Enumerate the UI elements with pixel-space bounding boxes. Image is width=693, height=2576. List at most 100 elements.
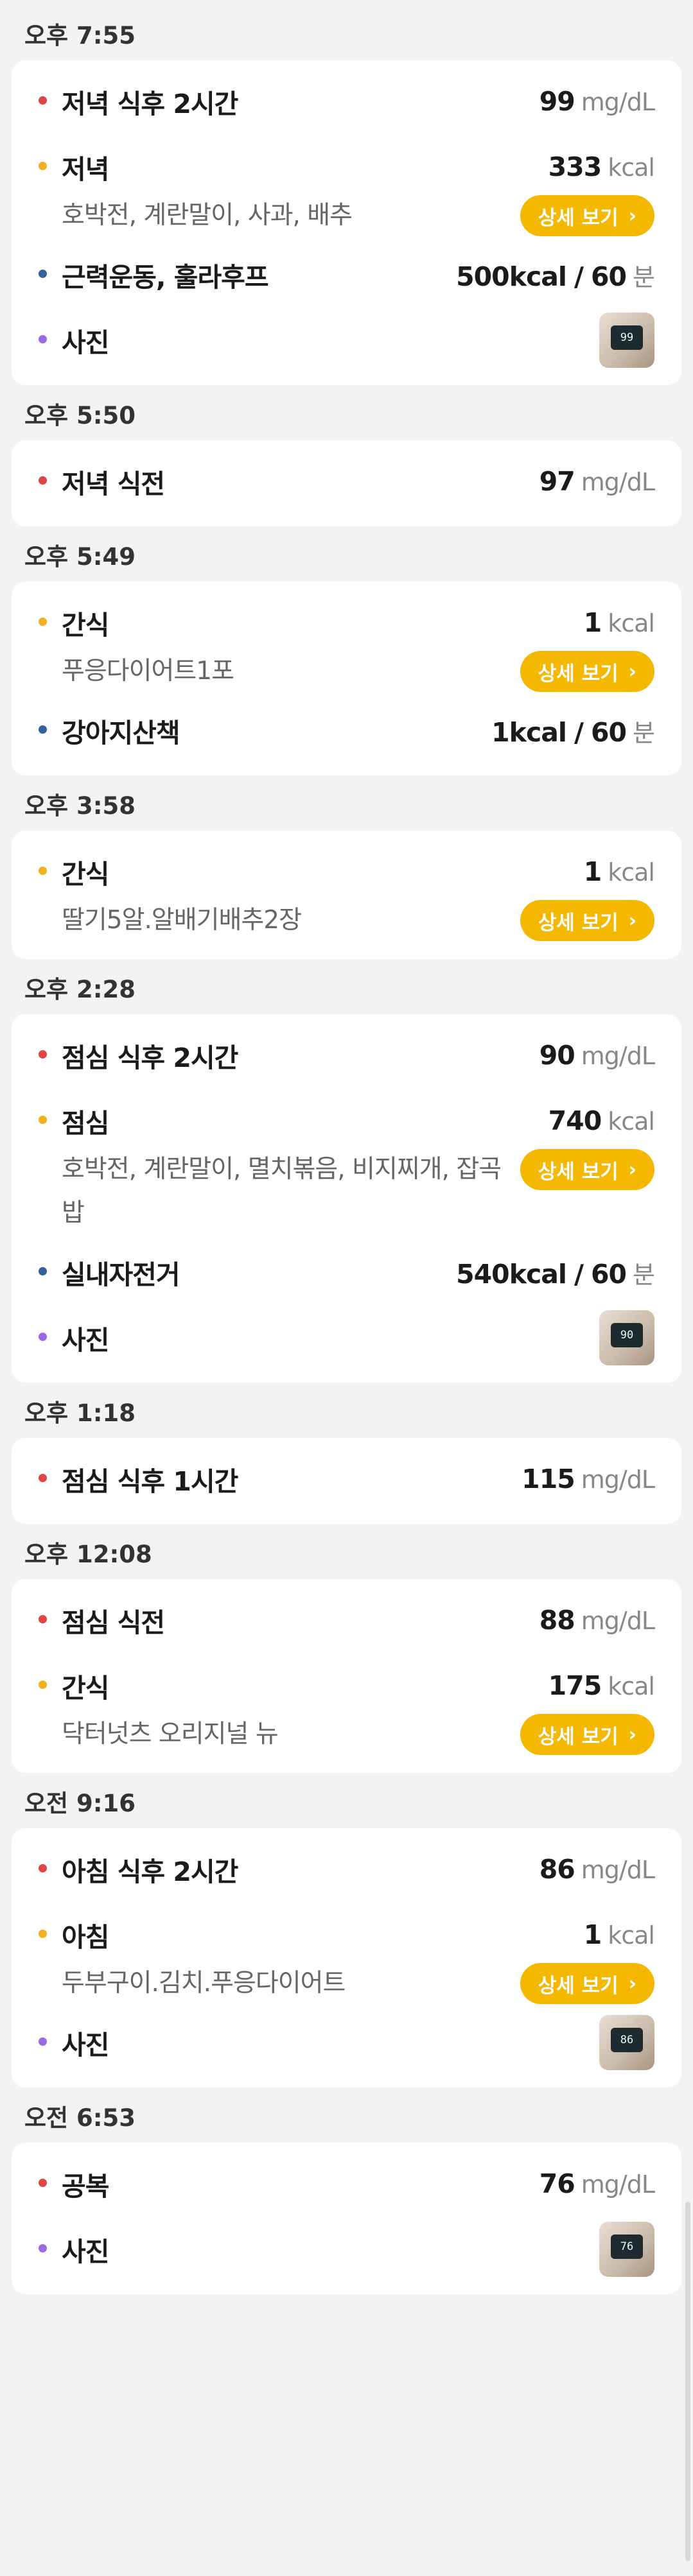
row-value: 88 mg/dL <box>539 1605 655 1636</box>
value-unit: kcal <box>608 153 655 182</box>
scrollbar[interactable] <box>685 2202 690 2561</box>
chevron-right-icon: › <box>628 909 636 932</box>
value-number: 115 <box>522 1464 575 1494</box>
meal-dot-icon <box>39 1116 47 1124</box>
glucose-dot-icon <box>39 96 47 105</box>
value-unit: kcal <box>608 858 655 886</box>
photo-thumbnail[interactable]: 86 <box>599 2015 654 2070</box>
meter-screen-text: 76 <box>611 2235 643 2259</box>
meal-detail-line: 두부구이.김치.푸응다이어트 상세 보기 › <box>62 1962 654 2005</box>
row-main-line: 실내자전거 540kcal/60 분 <box>62 1249 655 1295</box>
record-card: 간식 1 kcal 딸기5알.알배기배추2장 상세 보기 › <box>12 831 681 959</box>
row-main-line: 근력운동, 훌라후프 500kcal/60 분 <box>62 252 655 298</box>
row-value: 86 mg/dL <box>539 1854 655 1885</box>
record-card: 간식 1 kcal 푸응다이어트1포 상세 보기 › 강아지산책 1kcal/60 분 <box>12 582 681 775</box>
photo-dot-icon <box>39 2244 47 2252</box>
row-value: 540kcal/60 분 <box>456 1255 655 1290</box>
row-main-line: 공복 76 mg/dL <box>62 2161 655 2207</box>
view-detail-label: 상세 보기 <box>538 662 618 686</box>
value-separator: / <box>574 716 584 748</box>
value-number: 500kcal <box>456 261 567 292</box>
exercise-row: 근력운동, 훌라후프 500kcal/60 분 <box>12 252 681 303</box>
exercise-row: 실내자전거 540kcal/60 분 <box>12 1249 681 1301</box>
meal-row[interactable]: 아침 1 kcal 두부구이.김치.푸응다이어트 상세 보기 › <box>12 1912 681 2005</box>
row-value: 99 mg/dL <box>539 86 655 117</box>
view-detail-button[interactable]: 상세 보기 › <box>520 651 654 692</box>
value-number: 540kcal <box>456 1258 567 1290</box>
meal-row[interactable]: 간식 175 kcal 닥터넛츠 오리지널 뉴 상세 보기 › <box>12 1663 681 1756</box>
row-label: 저녁 식후 2시간 <box>62 89 238 119</box>
glucose-dot-icon <box>39 476 47 485</box>
value-unit: kcal <box>608 1107 655 1136</box>
photo-thumbnail[interactable]: 99 <box>599 313 654 368</box>
row-main-line: 사진 86 <box>62 2015 654 2070</box>
photo-dot-icon <box>39 1333 47 1341</box>
meal-description: 딸기5알.알배기배추2장 <box>62 906 302 935</box>
meal-detail-line: 호박전, 계란말이, 사과, 배추 상세 보기 › <box>62 194 654 238</box>
meter-screen-text: 86 <box>611 2028 643 2052</box>
view-detail-button[interactable]: 상세 보기 › <box>520 195 654 236</box>
glucose-row: 저녁 식후 2시간 99 mg/dL <box>12 78 681 130</box>
view-detail-button[interactable]: 상세 보기 › <box>520 1963 654 2004</box>
row-main-line: 저녁 식전 97 mg/dL <box>62 458 655 505</box>
photo-row[interactable]: 사진 99 <box>12 313 681 368</box>
exercise-dot-icon <box>39 725 47 734</box>
photo-row[interactable]: 사진 76 <box>12 2222 681 2278</box>
record-card: 점심 식후 1시간 115 mg/dL <box>12 1438 681 1524</box>
value-number: 76 <box>539 2168 575 2199</box>
meal-description: 닥터넛츠 오리지널 뉴 <box>62 1720 279 1749</box>
row-label: 사진 <box>62 1325 109 1356</box>
value-unit: 분 <box>633 718 655 747</box>
row-value: 90 mg/dL <box>539 1040 655 1071</box>
glucose-dot-icon <box>39 1474 47 1482</box>
meal-row[interactable]: 점심 740 kcal 호박전, 계란말이, 멸치볶음, 비지찌개, 잡곡밥 상세 보기… <box>12 1098 681 1235</box>
meal-dot-icon <box>39 1930 47 1938</box>
view-detail-label: 상세 보기 <box>538 1160 618 1184</box>
glucose-dot-icon <box>39 1050 47 1059</box>
row-main-line: 사진 99 <box>62 313 654 368</box>
meal-description: 푸응다이어트1포 <box>62 657 234 686</box>
exercise-dot-icon <box>39 1267 47 1275</box>
glucose-row: 공복 76 mg/dL <box>12 2161 681 2212</box>
meal-row[interactable]: 간식 1 kcal 푸응다이어트1포 상세 보기 › <box>12 600 681 693</box>
value-number: 740 <box>548 1105 602 1136</box>
photo-row[interactable]: 사진 90 <box>12 1310 681 1366</box>
view-detail-label: 상세 보기 <box>538 911 618 935</box>
glucose-row: 아침 식후 2시간 86 mg/dL <box>12 1846 681 1897</box>
photo-row[interactable]: 사진 86 <box>12 2015 681 2071</box>
meal-detail-line: 닥터넛츠 오리지널 뉴 상세 보기 › <box>62 1713 654 1756</box>
value-number: 1 <box>583 607 602 638</box>
row-label: 간식 <box>62 1673 109 1704</box>
glucose-dot-icon <box>39 2179 47 2187</box>
meal-description: 두부구이.김치.푸응다이어트 <box>62 1969 346 1998</box>
row-label: 공복 <box>62 2171 109 2202</box>
meal-dot-icon <box>39 162 47 170</box>
photo-thumbnail[interactable]: 76 <box>599 2222 654 2277</box>
row-main-line: 점심 식후 2시간 90 mg/dL <box>62 1032 655 1078</box>
row-value: 76 mg/dL <box>539 2168 655 2199</box>
meal-row[interactable]: 저녁 333 kcal 호박전, 계란말이, 사과, 배추 상세 보기 › <box>12 144 681 238</box>
view-detail-button[interactable]: 상세 보기 › <box>520 1149 654 1190</box>
photo-thumbnail[interactable]: 90 <box>599 1310 654 1365</box>
row-value: 500kcal/60 분 <box>456 257 655 293</box>
view-detail-button[interactable]: 상세 보기 › <box>520 900 654 941</box>
value-number: 333 <box>548 151 602 182</box>
value-minutes: 60 <box>590 716 627 748</box>
row-value: 115 mg/dL <box>522 1464 655 1494</box>
glucose-dot-icon <box>39 1615 47 1623</box>
value-separator: / <box>574 261 584 292</box>
record-card: 점심 식후 2시간 90 mg/dL 점심 740 kcal 호박전, 계란말이, 멸치볶음… <box>12 1014 681 1383</box>
view-detail-button[interactable]: 상세 보기 › <box>520 1714 654 1755</box>
value-number: 99 <box>539 86 575 117</box>
row-value: 175 kcal <box>548 1670 655 1701</box>
photo-dot-icon <box>39 2037 47 2046</box>
row-label: 아침 식후 2시간 <box>62 1856 238 1887</box>
time-header: 오후 2:28 <box>24 976 136 1003</box>
value-number: 88 <box>539 1605 575 1636</box>
value-unit: kcal <box>608 1672 655 1700</box>
value-number: 97 <box>539 466 575 497</box>
exercise-dot-icon <box>39 270 47 278</box>
row-main-line: 사진 90 <box>62 1310 654 1365</box>
meal-row[interactable]: 간식 1 kcal 딸기5알.알배기배추2장 상세 보기 › <box>12 849 681 942</box>
row-label: 사진 <box>62 327 109 358</box>
